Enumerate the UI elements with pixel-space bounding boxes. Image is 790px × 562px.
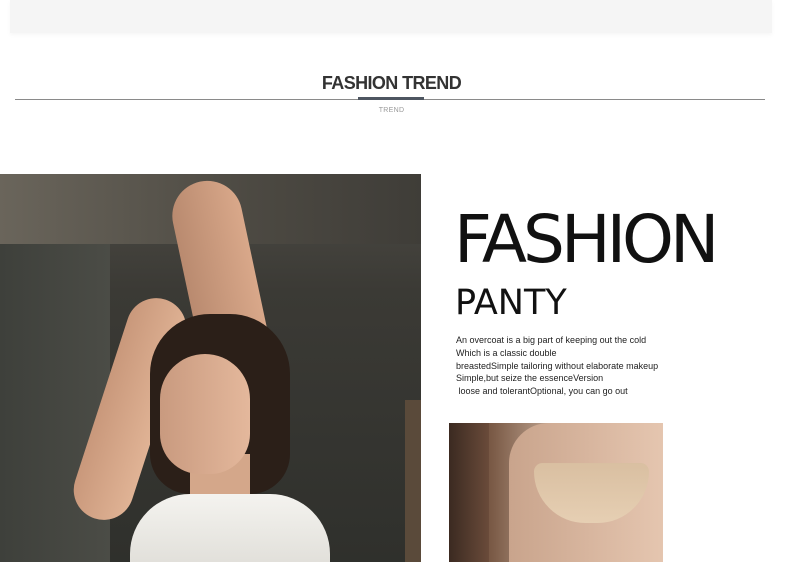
feature-headline: FASHION <box>454 201 719 278</box>
header-accent-bar <box>358 97 424 100</box>
section-title: FASHION TREND <box>321 73 462 93</box>
top-banner-strip <box>10 0 772 33</box>
section-subtitle: TREND <box>378 107 405 114</box>
description-line: An overcoat is a big part of keeping out… <box>456 335 647 345</box>
feature-description: An overcoat is a big part of keeping out… <box>456 334 756 398</box>
feature-subheadline: PANTY <box>455 283 567 323</box>
description-line: breastedSimple tailoring without elabora… <box>456 360 659 371</box>
photo-background-door <box>405 400 421 562</box>
model-white-top <box>130 494 330 562</box>
product-detail-photo[interactable] <box>449 423 663 562</box>
description-line: loose and tolerantOptional, you can go o… <box>456 386 628 397</box>
model-face <box>160 354 250 474</box>
section-header: FASHION TREND TREND <box>0 60 790 120</box>
photo-background-doorframe <box>449 423 489 562</box>
hero-model-photo[interactable] <box>0 174 421 562</box>
description-line: Simple,but seize the essenceVersion <box>456 373 604 384</box>
description-line: Which is a classic double <box>456 347 557 358</box>
